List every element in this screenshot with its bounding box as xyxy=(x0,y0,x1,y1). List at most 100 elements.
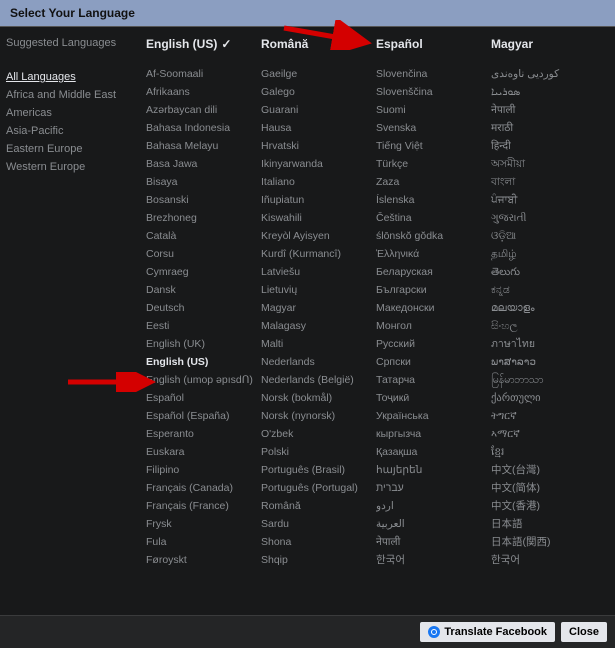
lang-item[interactable]: Sardu xyxy=(261,515,370,533)
lang-item[interactable]: Polski xyxy=(261,443,370,461)
lang-item[interactable]: Fula xyxy=(146,533,255,551)
lang-item[interactable]: Română xyxy=(261,497,370,515)
lang-item[interactable]: ଓଡ଼ିଆ xyxy=(491,227,600,245)
translate-button[interactable]: Translate Facebook xyxy=(420,622,555,642)
lang-item[interactable]: 中文(香港) xyxy=(491,497,600,515)
lang-item[interactable]: Slovenščina xyxy=(376,83,485,101)
lang-item[interactable]: ພາສາລາວ xyxy=(491,353,600,371)
lang-item[interactable]: Magyar xyxy=(261,299,370,317)
lang-item[interactable]: Deutsch xyxy=(146,299,255,317)
lang-item[interactable]: മലയാളം xyxy=(491,299,600,317)
lang-item[interactable]: Dansk xyxy=(146,281,255,299)
suggested-lang-1[interactable]: Română xyxy=(261,37,376,51)
lang-item[interactable]: O'zbek xyxy=(261,425,370,443)
sidebar-item-3[interactable]: Asia-Pacific xyxy=(6,125,138,137)
sidebar-item-4[interactable]: Eastern Europe xyxy=(6,143,138,155)
lang-item[interactable]: 中文(台灣) xyxy=(491,461,600,479)
lang-item[interactable]: 한국어 xyxy=(376,551,485,569)
lang-item[interactable]: Русский xyxy=(376,335,485,353)
sidebar-item-0[interactable]: All Languages xyxy=(6,71,138,83)
lang-item[interactable]: Bahasa Melayu xyxy=(146,137,255,155)
lang-item[interactable]: ქართული xyxy=(491,389,600,407)
lang-item[interactable]: 中文(简体) xyxy=(491,479,600,497)
lang-item[interactable]: Shqip xyxy=(261,551,370,569)
lang-item[interactable]: Iñupiatun xyxy=(261,191,370,209)
lang-item[interactable]: Svenska xyxy=(376,119,485,137)
lang-item[interactable]: नेपाली xyxy=(491,101,600,119)
lang-item[interactable]: বাংলা xyxy=(491,173,600,191)
lang-item[interactable]: اردو xyxy=(376,497,485,515)
suggested-lang-3[interactable]: Magyar xyxy=(491,37,606,51)
lang-item[interactable]: Hrvatski xyxy=(261,137,370,155)
lang-item[interactable]: Kiswahili xyxy=(261,209,370,227)
lang-item[interactable]: मराठी xyxy=(491,119,600,137)
lang-item[interactable]: Ἑλληνικά xyxy=(376,245,485,263)
lang-item[interactable]: ślōnskŏ gŏdka xyxy=(376,227,485,245)
lang-item[interactable]: Latviešu xyxy=(261,263,370,281)
lang-item[interactable]: ኣማርኛ xyxy=(491,425,600,443)
sidebar-item-2[interactable]: Americas xyxy=(6,107,138,119)
lang-item[interactable]: Italiano xyxy=(261,173,370,191)
lang-item[interactable]: Македонски xyxy=(376,299,485,317)
lang-item[interactable]: తెలుగు xyxy=(491,263,600,281)
lang-item[interactable]: Shona xyxy=(261,533,370,551)
sidebar-item-1[interactable]: Africa and Middle East xyxy=(6,89,138,101)
lang-item[interactable]: English (UK) xyxy=(146,335,255,353)
lang-item[interactable]: ภาษาไทย xyxy=(491,335,600,353)
lang-item[interactable]: Suomi xyxy=(376,101,485,119)
lang-item[interactable]: հայերեն xyxy=(376,461,485,479)
lang-item[interactable]: Монгол xyxy=(376,317,485,335)
lang-item[interactable]: Af-Soomaali xyxy=(146,65,255,83)
lang-item[interactable]: Azərbaycan dili xyxy=(146,101,255,119)
lang-item[interactable]: Қазақша xyxy=(376,443,485,461)
lang-item[interactable]: Català xyxy=(146,227,255,245)
lang-item[interactable]: Lietuvių xyxy=(261,281,370,299)
lang-item[interactable]: Føroyskt xyxy=(146,551,255,569)
lang-item[interactable]: ትግርኛ xyxy=(491,407,600,425)
lang-item[interactable]: Español xyxy=(146,389,255,407)
lang-item[interactable]: Nederlands xyxy=(261,353,370,371)
lang-item[interactable]: English (umop əpısdՈ) xyxy=(146,371,255,389)
lang-item[interactable]: Español (España) xyxy=(146,407,255,425)
lang-item[interactable]: Беларуская xyxy=(376,263,485,281)
lang-item[interactable]: ਪੰਜਾਬੀ xyxy=(491,191,600,209)
lang-item[interactable]: Français (Canada) xyxy=(146,479,255,497)
lang-item[interactable]: தமிழ் xyxy=(491,245,600,263)
lang-item[interactable]: Filipino xyxy=(146,461,255,479)
lang-item[interactable]: नेपाली xyxy=(376,533,485,551)
lang-item[interactable]: 日本語 xyxy=(491,515,600,533)
lang-item[interactable]: Norsk (bokmål) xyxy=(261,389,370,407)
lang-item[interactable]: Brezhoneg xyxy=(146,209,255,227)
lang-item[interactable]: Euskara xyxy=(146,443,255,461)
lang-item[interactable]: Português (Brasil) xyxy=(261,461,370,479)
lang-item[interactable]: Українська xyxy=(376,407,485,425)
lang-item[interactable]: Íslenska xyxy=(376,191,485,209)
close-button[interactable]: Close xyxy=(561,622,607,642)
lang-item[interactable]: Српски xyxy=(376,353,485,371)
lang-item[interactable]: Français (France) xyxy=(146,497,255,515)
lang-item[interactable]: Тоҷикӣ xyxy=(376,389,485,407)
lang-item[interactable]: Português (Portugal) xyxy=(261,479,370,497)
lang-item[interactable]: 한국어 xyxy=(491,551,600,569)
lang-item[interactable]: မြန်မာဘာသာ xyxy=(491,371,600,389)
lang-item[interactable]: Kreyòl Ayisyen xyxy=(261,227,370,245)
lang-item[interactable]: Slovenčina xyxy=(376,65,485,83)
lang-item[interactable]: অসমীয়া xyxy=(491,155,600,173)
lang-item[interactable]: Hausa xyxy=(261,119,370,137)
lang-item[interactable]: ܣܘܪܝܝܐ xyxy=(491,83,600,101)
lang-item[interactable]: हिन्दी xyxy=(491,137,600,155)
lang-item[interactable]: Cymraeg xyxy=(146,263,255,281)
lang-item[interactable]: ગુજરાતી xyxy=(491,209,600,227)
lang-item[interactable]: Malti xyxy=(261,335,370,353)
sidebar-item-5[interactable]: Western Europe xyxy=(6,161,138,173)
lang-item[interactable]: Bosanski xyxy=(146,191,255,209)
lang-item[interactable]: සිංහල xyxy=(491,317,600,335)
lang-item[interactable]: Frysk xyxy=(146,515,255,533)
lang-item[interactable]: Türkçe xyxy=(376,155,485,173)
lang-item[interactable]: Esperanto xyxy=(146,425,255,443)
suggested-lang-2[interactable]: Español xyxy=(376,37,491,51)
lang-item[interactable]: Bahasa Indonesia xyxy=(146,119,255,137)
lang-item[interactable]: Malagasy xyxy=(261,317,370,335)
lang-item[interactable]: Gaeilge xyxy=(261,65,370,83)
lang-item[interactable]: кыргызча xyxy=(376,425,485,443)
